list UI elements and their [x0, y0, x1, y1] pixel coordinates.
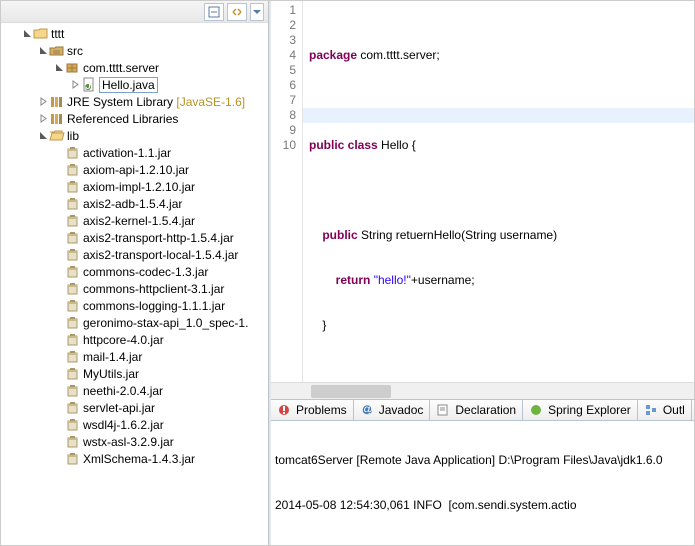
project-node[interactable]: tttt [1, 25, 268, 42]
tab-declaration[interactable]: Declaration [430, 400, 523, 420]
jar-icon [65, 230, 81, 246]
package-icon [65, 60, 81, 76]
jar-node[interactable]: MyUtils.jar [1, 365, 268, 382]
link-editor-button[interactable] [227, 3, 247, 21]
library-icon [49, 94, 65, 110]
collapse-all-button[interactable] [204, 3, 224, 21]
folder-open-icon [49, 128, 65, 144]
tab-problems[interactable]: Problems [271, 400, 354, 420]
jar-node[interactable]: mail-1.4.jar [1, 348, 268, 365]
expand-icon[interactable] [37, 130, 49, 142]
jar-node[interactable]: wstx-asl-3.2.9.jar [1, 433, 268, 450]
jar-node[interactable]: axiom-api-1.2.10.jar [1, 161, 268, 178]
jar-icon [65, 349, 81, 365]
jar-node[interactable]: axis2-transport-local-1.5.4.jar [1, 246, 268, 263]
jar-node[interactable]: servlet-api.jar [1, 399, 268, 416]
jar-icon [65, 315, 81, 331]
outline-icon [644, 403, 658, 417]
editor-area: 12 34 56 78 910 package com.tttt.server;… [269, 1, 694, 545]
jar-icon [65, 179, 81, 195]
jar-node[interactable]: activation-1.1.jar [1, 144, 268, 161]
code-editor[interactable]: 12 34 56 78 910 package com.tttt.server;… [271, 1, 694, 382]
jar-icon [65, 332, 81, 348]
jar-icon [65, 213, 81, 229]
project-tree[interactable]: tttt src com.tttt.server JHello.java JRE… [1, 23, 268, 545]
horizontal-scrollbar[interactable] [271, 382, 694, 399]
code-content[interactable]: package com.tttt.server; public class He… [303, 1, 694, 382]
jar-icon [65, 264, 81, 280]
svg-text:@: @ [361, 402, 373, 416]
svg-text:J: J [85, 78, 91, 92]
scrollbar-thumb[interactable] [311, 385, 391, 398]
console-line: 2014-05-08 12:54:30,061 INFO [com.sendi.… [275, 498, 690, 513]
jar-node[interactable]: neethi-2.0.4.jar [1, 382, 268, 399]
tab-outline[interactable]: Outl [638, 400, 692, 420]
collapse-icon[interactable] [37, 113, 49, 125]
lib-folder-node[interactable]: lib [1, 127, 268, 144]
jar-node[interactable]: geronimo-stax-api_1.0_spec-1. [1, 314, 268, 331]
package-node[interactable]: com.tttt.server [1, 59, 268, 76]
jar-node[interactable]: commons-codec-1.3.jar [1, 263, 268, 280]
jar-node[interactable]: httpcore-4.0.jar [1, 331, 268, 348]
jar-icon [65, 298, 81, 314]
jar-icon [65, 247, 81, 263]
jar-node[interactable]: commons-httpclient-3.1.jar [1, 280, 268, 297]
jar-icon [65, 281, 81, 297]
jar-icon [65, 366, 81, 382]
jar-node[interactable]: axiom-impl-1.2.10.jar [1, 178, 268, 195]
jar-node[interactable]: XmlSchema-1.4.3.jar [1, 450, 268, 467]
jar-node[interactable]: commons-logging-1.1.1.jar [1, 297, 268, 314]
explorer-toolbar [1, 1, 268, 23]
jar-icon [65, 145, 81, 161]
jar-icon [65, 196, 81, 212]
jar-node[interactable]: axis2-adb-1.5.4.jar [1, 195, 268, 212]
jar-icon [65, 383, 81, 399]
java-file-icon: J [81, 77, 97, 93]
library-icon [49, 111, 65, 127]
problems-icon [277, 403, 291, 417]
ref-libraries-node[interactable]: Referenced Libraries [1, 110, 268, 127]
bottom-tabs: Problems @Javadoc Declaration Spring Exp… [271, 399, 694, 421]
package-explorer: tttt src com.tttt.server JHello.java JRE… [1, 1, 269, 545]
tab-spring[interactable]: Spring Explorer [523, 400, 638, 420]
javadoc-icon: @ [360, 403, 374, 417]
collapse-icon[interactable] [37, 96, 49, 108]
console-view[interactable]: tomcat6Server [Remote Java Application] … [271, 421, 694, 545]
jar-icon [65, 162, 81, 178]
expand-icon[interactable] [37, 45, 49, 57]
console-title: tomcat6Server [Remote Java Application] … [275, 453, 690, 468]
line-gutter: 12 34 56 78 910 [271, 1, 303, 382]
jar-node[interactable]: axis2-transport-http-1.5.4.jar [1, 229, 268, 246]
view-menu-button[interactable] [250, 3, 264, 21]
spring-icon [529, 403, 543, 417]
collapse-icon[interactable] [69, 79, 81, 91]
src-folder-node[interactable]: src [1, 42, 268, 59]
jar-node[interactable]: wsdl4j-1.6.2.jar [1, 416, 268, 433]
tab-javadoc[interactable]: @Javadoc [354, 400, 431, 420]
expand-icon[interactable] [21, 28, 33, 40]
declaration-icon [436, 403, 450, 417]
jar-node[interactable]: axis2-kernel-1.5.4.jar [1, 212, 268, 229]
project-icon [33, 26, 49, 42]
jar-icon [65, 400, 81, 416]
expand-icon[interactable] [53, 62, 65, 74]
source-folder-icon [49, 43, 65, 59]
jar-icon [65, 417, 81, 433]
jar-icon [65, 451, 81, 467]
java-file-node[interactable]: JHello.java [1, 76, 268, 93]
jre-library-node[interactable]: JRE System Library [JavaSE-1.6] [1, 93, 268, 110]
jar-icon [65, 434, 81, 450]
